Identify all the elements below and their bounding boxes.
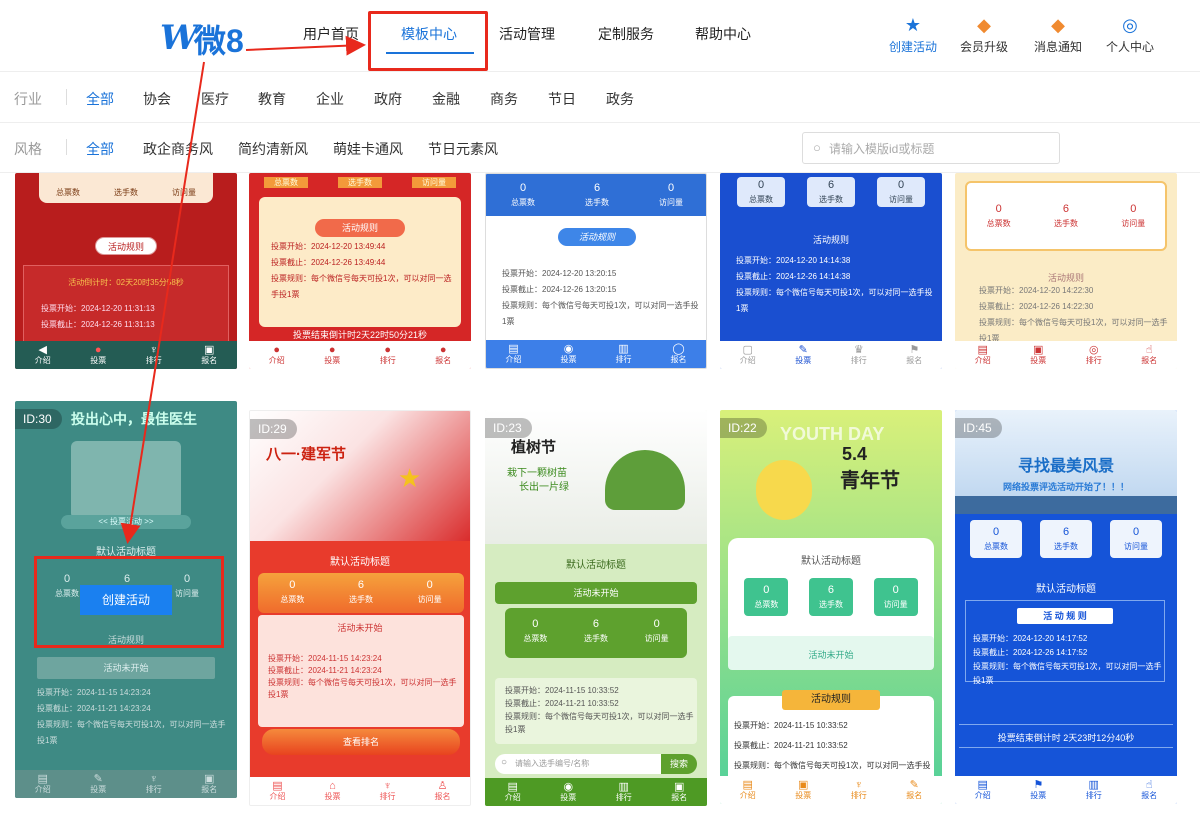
- arrow-to-template-center: [245, 35, 366, 56]
- annotation-arrows: [120, 35, 366, 544]
- arrow-to-create-button: [120, 61, 205, 544]
